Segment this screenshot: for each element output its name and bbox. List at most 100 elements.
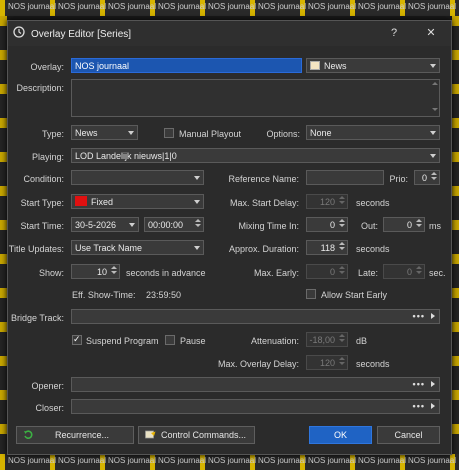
description-scrollbar[interactable] [432, 82, 438, 114]
opener-picker[interactable]: ••• [71, 377, 440, 392]
prio-spinner[interactable]: 0 [414, 170, 440, 185]
chevron-down-icon [129, 223, 135, 227]
suspend-program-checkbox[interactable] [72, 334, 82, 345]
title-updates-select[interactable]: Use Track Name [71, 240, 204, 255]
start-time-spinner[interactable]: 00:00:00 [144, 217, 204, 232]
cancel-button[interactable]: Cancel [377, 426, 440, 444]
closer-picker[interactable]: ••• [71, 399, 440, 414]
opener-label: Opener: [31, 381, 64, 391]
description-label: Description: [16, 83, 64, 93]
start-date-picker[interactable]: 30-5-2026 [71, 217, 139, 232]
max-early-label: Max. Early: [253, 268, 299, 278]
playing-value: LOD Landelijk nieuws|1|0 [75, 151, 177, 161]
show-spinner[interactable]: 10 [71, 264, 120, 279]
options-label: Options: [266, 129, 300, 139]
command-icon [145, 430, 156, 439]
help-button[interactable]: ? [386, 26, 402, 40]
spinner-arrows-icon [195, 218, 201, 231]
background-column-left [0, 16, 7, 454]
max-overlay-delay-spinner[interactable]: 120 [306, 355, 348, 370]
pause-checkbox[interactable] [165, 335, 175, 345]
title-bar[interactable]: Overlay Editor [Series] ? ✕ [8, 21, 451, 46]
max-early-spinner[interactable]: 0 [306, 264, 348, 279]
browse-icon[interactable]: ••• [413, 378, 425, 390]
play-arrow-icon[interactable] [431, 381, 435, 387]
close-button[interactable]: ✕ [423, 26, 439, 40]
start-type-value: Fixed [91, 197, 114, 207]
attenuation-unit: dB [356, 336, 368, 346]
mixing-time-in-spinner[interactable]: 0 [306, 217, 348, 232]
mixing-time-out-spinner[interactable]: 0 [383, 217, 425, 232]
background-cell: NOS journaal [158, 2, 207, 11]
spinner-arrows-icon [339, 356, 345, 369]
chevron-down-icon [430, 131, 436, 135]
reference-name-input[interactable] [306, 170, 384, 185]
background-cell: NOS journaal [358, 456, 407, 465]
background-schedule-bottom: NOS journaal NOS journaal NOS journaal N… [0, 454, 459, 470]
recurrence-button-label: Recurrence... [54, 430, 110, 440]
ok-button-label: OK [333, 430, 347, 440]
background-cell: NOS journaal [408, 2, 457, 11]
background-cell: NOS journaal [308, 456, 357, 465]
recurrence-button[interactable]: Recurrence... [16, 426, 134, 444]
max-start-delay-spinner[interactable]: 120 [306, 194, 348, 209]
playing-label: Playing: [31, 152, 64, 162]
playing-select[interactable]: LOD Landelijk nieuws|1|0 [71, 148, 440, 163]
title-updates-value: Use Track Name [75, 243, 143, 253]
scroll-down-icon [432, 108, 438, 111]
ok-button[interactable]: OK [309, 426, 372, 444]
cancel-button-label: Cancel [394, 430, 423, 440]
browse-icon[interactable]: ••• [413, 400, 425, 412]
approx-duration-value: 118 [320, 243, 335, 253]
start-date-value: 30-5-2026 [75, 220, 117, 230]
show-label: Show: [38, 268, 64, 278]
start-type-label: Start Type: [20, 198, 64, 208]
max-early-unit: sec. [429, 268, 446, 278]
mixing-time-in-value: 0 [329, 220, 335, 230]
max-start-delay-value: 120 [319, 197, 335, 207]
description-textarea[interactable] [71, 79, 440, 117]
play-arrow-icon[interactable] [431, 313, 435, 319]
overlay-label: Overlay: [30, 62, 64, 72]
chevron-down-icon [194, 246, 200, 250]
attenuation-value: -18,00 [309, 335, 335, 345]
spinner-arrows-icon [339, 195, 345, 208]
browse-icon[interactable]: ••• [413, 310, 425, 322]
mixing-time-unit: ms [429, 221, 441, 231]
control-commands-button[interactable]: Control Commands... [138, 426, 255, 444]
start-type-select[interactable]: Fixed [71, 194, 204, 209]
bridge-track-picker[interactable]: ••• [71, 309, 440, 324]
approx-duration-spinner[interactable]: 118 [306, 240, 348, 255]
play-arrow-icon[interactable] [431, 403, 435, 409]
options-select[interactable]: None [306, 125, 440, 140]
background-cell: NOS journaal [408, 456, 457, 465]
spinner-arrows-icon [339, 218, 345, 231]
manual-playout-checkbox[interactable] [164, 128, 174, 138]
late-spinner[interactable]: 0 [383, 264, 425, 279]
spinner-arrows-icon [431, 171, 437, 184]
prio-label: Prio: [389, 174, 408, 184]
attenuation-spinner[interactable]: -18,00 [306, 332, 348, 347]
spinner-arrows-icon [339, 265, 345, 278]
allow-start-early-label: Allow Start Early [321, 290, 388, 300]
mixing-time-out-value: 0 [406, 220, 412, 230]
allow-start-early-checkbox[interactable] [306, 289, 316, 299]
overlay-name-input[interactable]: NOS journaal [71, 58, 302, 73]
late-value: 0 [406, 267, 412, 277]
background-cell: NOS journaal [58, 2, 107, 11]
max-overlay-delay-label: Max. Overlay Delay: [217, 359, 299, 369]
max-overlay-delay-unit: seconds [356, 359, 390, 369]
spinner-arrows-icon [416, 265, 422, 278]
overlay-category-select[interactable]: News [306, 58, 440, 73]
title-updates-label: Title Updates: [8, 244, 64, 254]
condition-select[interactable] [71, 170, 204, 185]
type-select[interactable]: News [71, 125, 138, 140]
background-cell: NOS journaal [8, 456, 57, 465]
eff-show-time-label: Eff. Show-Time: [72, 290, 136, 300]
bridge-track-label: Bridge Track: [10, 313, 64, 323]
overlay-category-value: News [324, 61, 347, 71]
late-label: Late: [357, 268, 378, 278]
pause-label: Pause [180, 336, 206, 346]
background-cell: NOS journaal [258, 456, 307, 465]
chevron-down-icon [194, 200, 200, 204]
